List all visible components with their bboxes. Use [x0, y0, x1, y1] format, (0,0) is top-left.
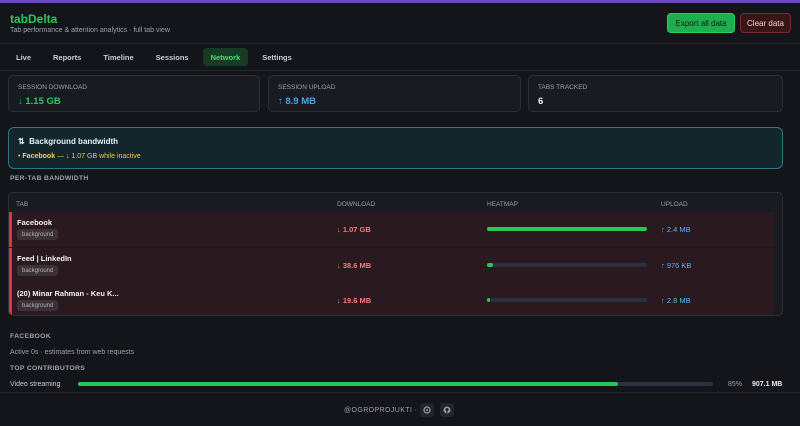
clear-data-button[interactable]: Clear data: [740, 13, 791, 33]
contributor-size: 907.1 MB: [752, 381, 783, 388]
heatmap-bar: [487, 263, 647, 267]
stat-session-upload: SESSION UPLOAD ↑ 8.9 MB: [268, 75, 521, 112]
background-bandwidth-title: ⇅ Background bandwidth: [18, 137, 118, 146]
list-item: • Facebook — ↓ 1.07 GB while inactive: [18, 153, 141, 160]
upload-value: ↑ 976 KB: [661, 261, 692, 270]
site-name: Facebook: [22, 153, 56, 160]
footer: @OGROPROJUKTI ·: [0, 392, 800, 426]
site-detail: — ↓ 1.07 GB while inactive: [55, 153, 141, 160]
detail-site-heading: FACEBOOK: [10, 333, 51, 340]
tab-settings[interactable]: Settings: [254, 48, 300, 66]
download-value: ↓ 1.07 GB: [337, 225, 371, 234]
contributor-label: Video streaming: [10, 381, 61, 388]
contributor-percent: 85%: [728, 381, 743, 388]
top-contributors-heading: TOP CONTRIBUTORS: [10, 365, 86, 372]
stat-tabs-tracked: TABS TRACKED 6: [528, 75, 783, 112]
background-badge: background: [17, 229, 59, 240]
heatmap-bar: [487, 298, 647, 302]
stat-value: ↑ 8.9 MB: [278, 96, 317, 107]
app-icon[interactable]: [420, 403, 434, 417]
heatmap-bar: [487, 227, 647, 231]
upload-value: ↑ 2.4 MB: [661, 225, 691, 234]
column-header-heatmap: HEATMAP: [487, 201, 518, 208]
nav-tabs: Live Reports Timeline Sessions Network S…: [8, 48, 300, 66]
heatmap-fill: [487, 298, 491, 302]
download-value: ↓ 38.6 MB: [337, 261, 372, 270]
download-value: ↓ 19.6 MB: [337, 296, 372, 305]
tab-timeline[interactable]: Timeline: [95, 48, 141, 66]
per-tab-table: TAB DOWNLOAD HEATMAP UPLOAD Facebook bac…: [8, 192, 783, 316]
tab-reports[interactable]: Reports: [45, 48, 89, 66]
tab-network[interactable]: Network: [202, 48, 249, 66]
app-title: tabDelta: [10, 12, 58, 26]
footer-credit: @OGROPROJUKTI ·: [344, 407, 418, 414]
upload-value: ↑ 2.8 MB: [661, 296, 691, 305]
column-header-download: DOWNLOAD: [337, 201, 376, 208]
stat-label: SESSION UPLOAD: [278, 84, 336, 91]
background-badge: background: [17, 300, 59, 311]
table-row[interactable]: Feed | LinkedIn background ↓ 38.6 MB ↑ 9…: [9, 248, 774, 283]
github-icon[interactable]: [440, 403, 454, 417]
background-badge: background: [17, 265, 59, 276]
app-subtitle: Tab performance & attention analytics · …: [10, 27, 170, 34]
header: tabDelta Tab performance & attention ana…: [0, 3, 800, 44]
section-heading-per-tab: PER-TAB BANDWIDTH: [10, 175, 89, 182]
tab-sessions[interactable]: Sessions: [148, 48, 197, 66]
background-bandwidth-panel: ⇅ Background bandwidth • Facebook — ↓ 1.…: [8, 127, 783, 169]
heatmap-fill: [487, 227, 647, 231]
detail-note: Active 0s · estimates from web requests: [10, 349, 135, 356]
tab-name: Feed | LinkedIn: [17, 254, 72, 263]
table-row[interactable]: (20) Minar Rahman - Keu K... background …: [9, 283, 774, 315]
column-header-upload: UPLOAD: [661, 201, 688, 208]
tab-live[interactable]: Live: [8, 48, 39, 66]
nav-divider: [0, 70, 800, 71]
heatmap-fill: [487, 263, 494, 267]
stat-label: SESSION DOWNLOAD: [18, 84, 87, 91]
stat-value: ↓ 1.15 GB: [18, 96, 61, 107]
stat-label: TABS TRACKED: [538, 84, 588, 91]
column-header-tab: TAB: [16, 201, 29, 208]
transfer-icon: ⇅: [18, 137, 25, 146]
export-all-button[interactable]: Export all data: [667, 13, 735, 33]
tab-name: (20) Minar Rahman - Keu K...: [17, 289, 119, 298]
stat-value: 6: [538, 96, 544, 107]
contributor-fill: [78, 382, 618, 386]
panel-title-text: Background bandwidth: [29, 137, 119, 146]
stat-session-download: SESSION DOWNLOAD ↓ 1.15 GB: [8, 75, 260, 112]
tab-name: Facebook: [17, 218, 53, 227]
table-row[interactable]: Facebook background ↓ 1.07 GB ↑ 2.4 MB: [9, 212, 774, 247]
contributor-bar: [78, 382, 713, 386]
